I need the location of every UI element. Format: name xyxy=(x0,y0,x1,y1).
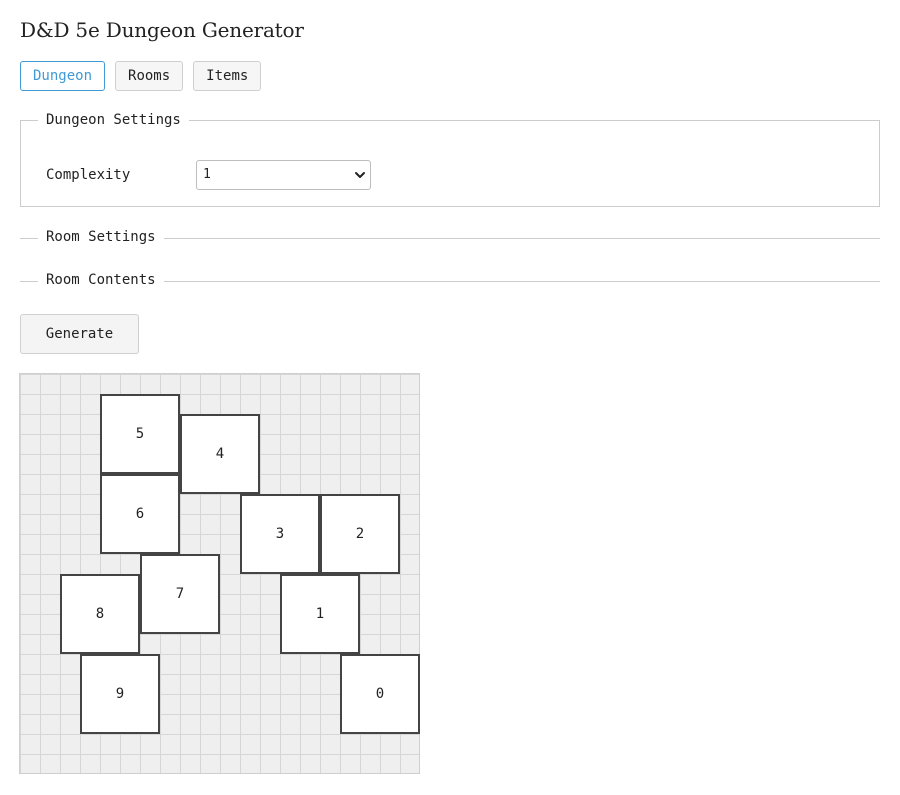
room-0[interactable]: 0 xyxy=(340,654,420,734)
tab-items[interactable]: Items xyxy=(193,61,262,91)
tab-dungeon[interactable]: Dungeon xyxy=(20,61,106,91)
room-2[interactable]: 2 xyxy=(320,494,400,574)
tab-bar: Dungeon Rooms Items xyxy=(20,61,262,91)
room-7[interactable]: 7 xyxy=(140,554,220,634)
room-contents-section[interactable]: Room Contents xyxy=(20,271,880,291)
room-3[interactable]: 3 xyxy=(240,494,320,574)
room-settings-legend: Room Settings xyxy=(38,229,164,245)
chevron-down-icon xyxy=(355,172,365,178)
complexity-select-value: 1 xyxy=(203,167,211,182)
room-1[interactable]: 1 xyxy=(280,574,360,654)
room-8[interactable]: 8 xyxy=(60,574,140,654)
dungeon-settings-legend[interactable]: Dungeon Settings xyxy=(38,112,189,128)
room-9[interactable]: 9 xyxy=(80,654,160,734)
complexity-select[interactable]: 1 xyxy=(196,160,371,190)
dungeon-settings-fieldset: Dungeon Settings Complexity 1 xyxy=(20,112,880,207)
tab-rooms[interactable]: Rooms xyxy=(115,61,184,91)
room-settings-section[interactable]: Room Settings xyxy=(20,228,880,248)
room-4[interactable]: 4 xyxy=(180,414,260,494)
generate-button[interactable]: Generate xyxy=(20,314,139,354)
room-5[interactable]: 5 xyxy=(100,394,180,474)
dungeon-map: 0 1 2 3 4 5 6 7 8 9 xyxy=(19,373,420,774)
page-title: D&D 5e Dungeon Generator xyxy=(20,18,304,42)
complexity-label: Complexity xyxy=(46,167,131,183)
room-contents-legend: Room Contents xyxy=(38,272,164,288)
room-6[interactable]: 6 xyxy=(100,474,180,554)
